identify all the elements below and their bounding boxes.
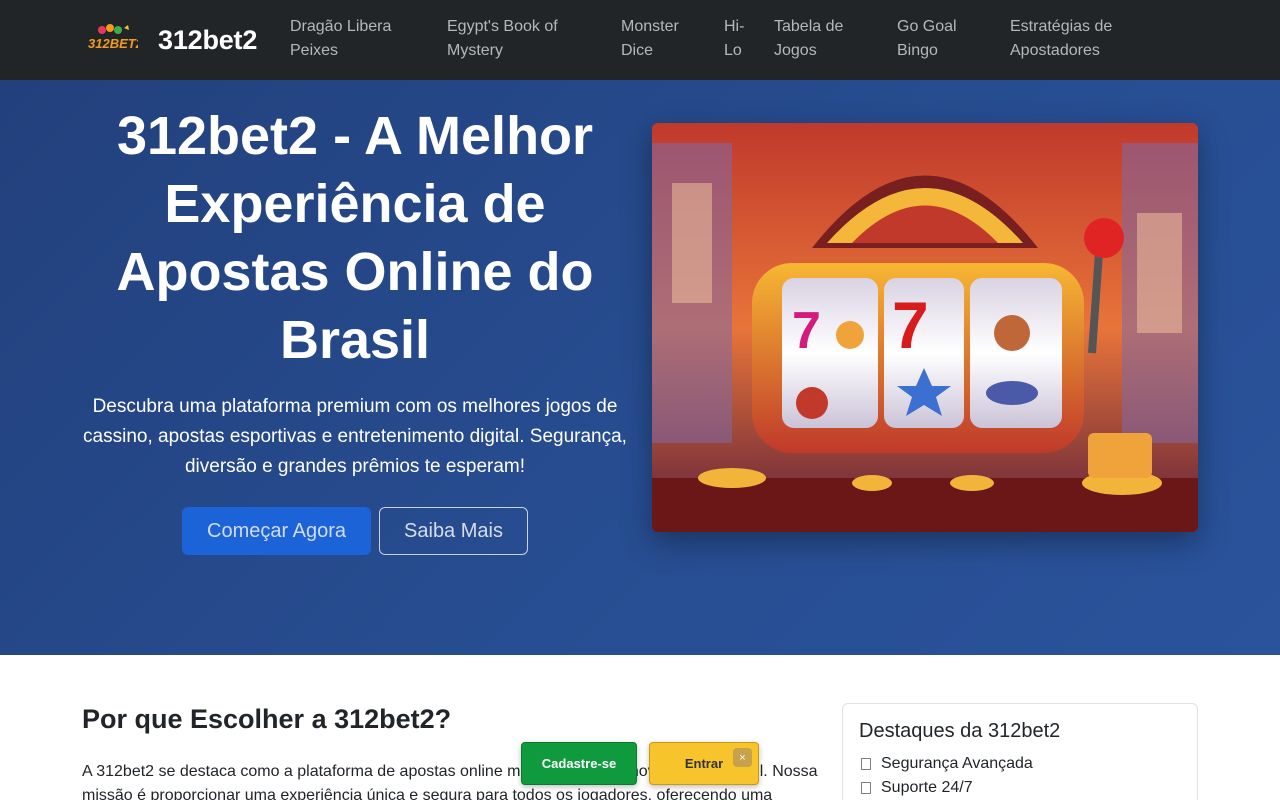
highlight-item: Segurança Avançada xyxy=(861,755,1033,773)
brand-logo[interactable]: 312BET2 xyxy=(86,20,138,60)
nav-link-tabela-de-jogos[interactable]: Tabela de Jogos xyxy=(774,15,864,63)
highlight-label: Segurança Avançada xyxy=(881,755,1033,772)
hero-title: 312bet2 - A Melhor Experiência de Aposta… xyxy=(116,106,594,370)
brand-logo-text: 312BET2 xyxy=(88,36,138,51)
brand[interactable]: 312BET2 312bet2 xyxy=(86,20,257,60)
svg-text:7: 7 xyxy=(792,302,821,360)
nav-link-monster-dice[interactable]: Monster Dice xyxy=(621,15,691,63)
navbar: 312BET2 312bet2 Dragão Libera Peixes Egy… xyxy=(0,0,1280,80)
start-now-button[interactable]: Começar Agora xyxy=(182,507,371,555)
brand-name[interactable]: 312bet2 xyxy=(158,25,257,56)
close-icon[interactable]: × xyxy=(733,748,752,767)
highlight-label: Suporte 24/7 xyxy=(881,779,973,796)
svg-text:7: 7 xyxy=(892,288,929,362)
hero-description: Descubra uma plataforma premium com os m… xyxy=(83,396,627,477)
highlights-title: Destaques da 312bet2 xyxy=(859,720,1061,742)
slot-machine-image: 7 7 xyxy=(652,123,1198,532)
about-title: Por que Escolher a 312bet2? xyxy=(82,704,452,734)
learn-more-button[interactable]: Saiba Mais xyxy=(379,507,528,555)
highlights-card: Destaques da 312bet2 Segurança Avançada … xyxy=(842,703,1198,800)
nav-link-estrategias-de-apostadores[interactable]: Estratégias de Apostadores xyxy=(1010,15,1130,63)
hero-section: 312bet2 - A Melhor Experiência de Aposta… xyxy=(0,80,1280,655)
shield-icon xyxy=(861,758,871,770)
highlight-item: Suporte 24/7 xyxy=(861,779,973,797)
nav-link-egypts-book-of-mystery[interactable]: Egypt's Book of Mystery xyxy=(447,15,587,63)
slot-machine-illustration: 7 7 xyxy=(652,123,1198,532)
nav-link-dragao-libera-peixes[interactable]: Dragão Libera Peixes xyxy=(290,15,420,63)
nav-link-go-goal-bingo[interactable]: Go Goal Bingo xyxy=(897,15,977,63)
register-button[interactable]: Cadastre-se xyxy=(521,742,637,785)
nav-link-hi-lo[interactable]: Hi-Lo xyxy=(724,15,748,63)
headset-icon xyxy=(861,782,871,794)
